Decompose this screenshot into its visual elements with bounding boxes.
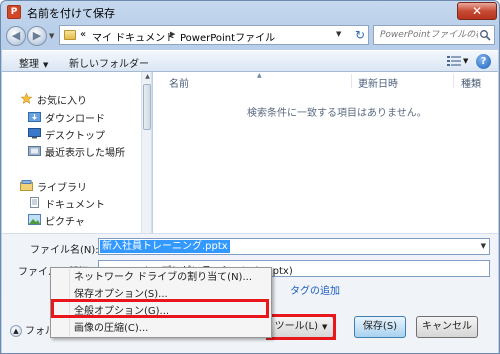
documents-icon	[30, 197, 39, 208]
chevron-down-icon: ▼	[43, 61, 49, 69]
filename-label: ファイル名(N):	[30, 245, 99, 256]
nav-downloads-label: ダウンロード	[45, 114, 105, 125]
pictures-icon	[28, 214, 41, 225]
address-dropdown-icon[interactable]: ▼	[336, 30, 341, 38]
column-header-name[interactable]: 名前	[169, 75, 189, 90]
nav-recent-places-label: 最近表示した場所	[45, 148, 125, 159]
view-chevron-down-icon[interactable]: ▼	[463, 57, 468, 65]
folder-icon	[64, 30, 76, 40]
nav-libraries-label: ライブラリ	[37, 183, 87, 194]
organize-label: 整理	[19, 59, 39, 70]
menu-gutter	[69, 269, 70, 336]
help-icon[interactable]: ?	[476, 54, 491, 69]
search-box[interactable]	[373, 25, 495, 45]
breadcrumb-my-documents[interactable]: マイ ドキュメント	[92, 29, 175, 44]
star-icon	[20, 93, 33, 104]
scroll-up-icon[interactable]: ▲	[143, 73, 151, 82]
search-input[interactable]	[374, 26, 478, 44]
window-title: 名前を付けて保存	[27, 7, 115, 20]
desktop-icon	[28, 128, 41, 139]
close-button[interactable]: ✕	[457, 2, 497, 20]
column-separator[interactable]	[453, 74, 454, 88]
new-folder-button[interactable]: 新しいフォルダー	[69, 55, 149, 70]
address-bar[interactable]: « マイ ドキュメント ▶ PowerPointファイル ▼ ↻	[59, 25, 369, 45]
column-header-type[interactable]: 種類	[461, 75, 481, 90]
sort-ascending-icon: ▲	[257, 72, 262, 79]
menu-item-save-options[interactable]: 保存オプション(S)...	[71, 287, 269, 303]
breadcrumb-powerpoint-files[interactable]: PowerPointファイル	[180, 29, 275, 44]
menu-item-general-options[interactable]: 全般オプション(G)...	[71, 304, 269, 320]
nav-documents-label: ドキュメント	[45, 200, 105, 211]
organize-button[interactable]: 整理 ▼	[19, 55, 48, 70]
address-overflow[interactable]: «	[80, 29, 86, 40]
add-tag-link[interactable]: タグの追加	[290, 282, 340, 297]
file-list[interactable]: 名前 ▲ 更新日時 種類 検索条件に一致する項目はありません。	[153, 72, 498, 233]
tools-label: ツール(L)	[274, 321, 318, 332]
navigation-pane: お気に入り ダウンロード デスクトップ 最近表示した場所 ライブラリ ドキュメン…	[2, 72, 152, 233]
column-header-modified[interactable]: 更新日時	[358, 75, 398, 90]
chevron-up-icon: ▲	[10, 325, 22, 337]
tools-menu: ネットワーク ドライブの割り当て(N)... 保存オプション(S)... 全般オ…	[50, 267, 272, 338]
nav-pictures-label: ピクチャ	[45, 217, 85, 228]
tools-button[interactable]: ツール(L) ▼	[268, 316, 334, 338]
recent-locations-chevron-icon[interactable]: ▼	[49, 32, 54, 40]
nav-favorites-label: お気に入り	[37, 96, 87, 107]
powerpoint-app-icon: P	[7, 5, 21, 19]
cancel-button[interactable]: キャンセル	[416, 316, 478, 338]
back-button[interactable]: ◀	[6, 26, 26, 46]
command-bar: 整理 ▼ 新しいフォルダー ▼ ?	[2, 50, 498, 72]
breadcrumb-separator-icon[interactable]: ▶	[170, 30, 175, 38]
scroll-thumb[interactable]	[143, 84, 151, 130]
filename-dropdown-icon[interactable]: ▼	[481, 242, 486, 250]
libraries-icon	[20, 180, 33, 191]
nav-desktop-label: デスクトップ	[45, 131, 105, 142]
menu-item-map-network-drive[interactable]: ネットワーク ドライブの割り当て(N)...	[71, 270, 269, 286]
empty-results-message: 検索条件に一致する項目はありません。	[247, 108, 427, 119]
downloads-folder-icon	[28, 112, 41, 122]
forward-button[interactable]: ▶	[27, 26, 47, 46]
title-bar: P 名前を付けて保存 ✕	[1, 1, 499, 23]
column-separator[interactable]	[351, 74, 352, 88]
filename-value[interactable]: 新入社員トレーニング.pptx	[100, 240, 230, 253]
refresh-icon[interactable]: ↻	[352, 27, 368, 43]
save-button[interactable]: 保存(S)	[354, 316, 406, 338]
recent-places-icon	[28, 146, 41, 156]
menu-item-compress-pictures[interactable]: 画像の圧縮(C)...	[71, 321, 269, 337]
filename-field[interactable]: 新入社員トレーニング.pptx ▼	[98, 238, 490, 255]
view-options-icon[interactable]	[447, 55, 461, 67]
search-icon	[480, 30, 491, 41]
nav-scrollbar[interactable]: ▲	[141, 72, 151, 233]
chevron-down-icon: ▼	[321, 323, 328, 331]
